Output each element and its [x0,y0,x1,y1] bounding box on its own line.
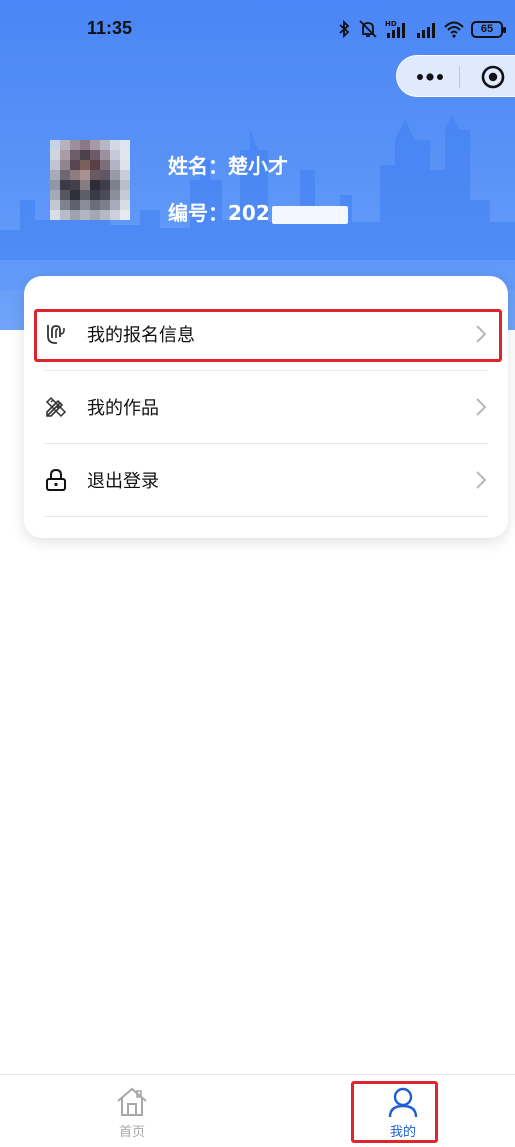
lock-icon [44,468,68,492]
profile-id: 编号：202 [168,197,348,226]
status-bar: 11:35 HD 65 [0,0,515,60]
id-label: 编号： [168,201,228,225]
menu-item-label: 我的作品 [87,398,159,419]
hd-signal-icon: HD [385,20,405,38]
highlight-mine-tab-box [351,1081,438,1143]
battery-level: 65 [480,22,494,35]
id-value: 202 [228,201,270,225]
bluetooth-icon [339,20,350,38]
chevron-right-icon [476,471,487,489]
tab-home-label: 首页 [118,1125,145,1140]
profile-name: 姓名：楚小才 [168,150,288,179]
tab-home[interactable]: 首页 [72,1075,192,1147]
home-icon [117,1087,147,1116]
menu-item-label: 退出登录 [87,471,159,492]
chevron-right-icon [476,398,487,416]
highlight-registration-box [34,309,502,362]
name-value: 楚小才 [228,154,288,178]
mute-icon [359,20,377,38]
avatar[interactable] [50,140,130,220]
menu-item-my-works[interactable]: 我的作品 [44,371,488,443]
capsule-divider [459,66,460,88]
more-dots-icon[interactable] [415,68,445,86]
status-icons: HD 65 [337,17,506,41]
menu-item-logout[interactable]: 退出登录 [44,444,488,516]
svg-text:HD: HD [385,20,397,28]
status-time: 11:35 [87,18,133,38]
id-redaction [271,205,348,224]
wifi-icon [444,21,464,38]
battery-icon: 65 [471,20,506,38]
target-circle-icon[interactable] [481,65,505,89]
menu-divider [44,516,488,517]
name-label: 姓名： [168,154,228,178]
mini-program-capsule[interactable] [396,55,515,97]
pencil-ruler-icon [44,395,68,419]
signal-icon [417,23,435,38]
